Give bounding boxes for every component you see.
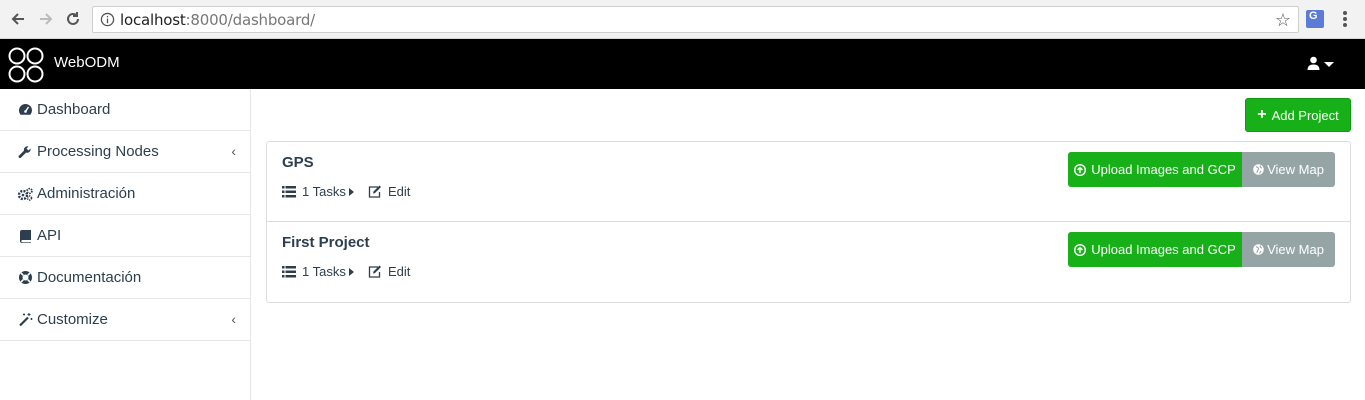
wrench-icon [17,144,33,160]
sidebar-item-customize[interactable]: Customize ‹ [0,299,250,341]
browser-toolbar: localhost:8000/dashboard/ ☆ G [0,0,1365,39]
caret-right-icon [348,267,354,276]
address-bar[interactable]: localhost:8000/dashboard/ ☆ [92,6,1299,33]
sidebar-item-label: Processing Nodes [37,143,159,160]
caret-right-icon [348,187,354,196]
project-name[interactable]: GPS [282,154,314,171]
bookmark-star-icon[interactable]: ☆ [1275,10,1291,30]
upload-circle-icon [1074,163,1087,176]
book-icon [17,228,33,244]
tasks-toggle[interactable]: 1 Tasks [282,264,354,279]
sidebar-item-label: Dashboard [37,101,111,118]
arrow-left-icon [11,13,24,25]
dashboard-icon [17,102,33,118]
arrow-right-icon [40,13,53,25]
sidebar-item-label: Customize [37,311,108,328]
brand-name[interactable]: WebODM [54,54,120,71]
sidebar-item-administracion[interactable]: Administración [0,173,250,215]
tasks-toggle[interactable]: 1 Tasks [282,184,354,199]
edit-label: Edit [388,184,411,199]
caret-down-icon [1324,62,1334,67]
view-map-button[interactable]: View Map [1242,232,1335,267]
back-button[interactable] [8,9,28,29]
project-item: GPS 1 Tasks Edit Upload Images and GCP V… [267,142,1350,222]
sidebar-item-label: Documentación [37,269,142,286]
browser-menu-icon[interactable] [1337,10,1353,28]
project-name[interactable]: First Project [282,234,370,251]
sidebar-item-label: Administración [37,185,136,202]
edit-project-button[interactable]: Edit [368,184,410,199]
url-text: localhost:8000/dashboard/ [120,11,315,29]
upload-images-button[interactable]: Upload Images and GCP [1068,152,1242,187]
plus-icon: + [1257,106,1267,123]
add-project-label: Add Project [1271,107,1339,123]
sidebar-item-documentacion[interactable]: Documentación [0,257,250,299]
upload-label: Upload Images and GCP [1091,162,1236,177]
sidebar-item-label: API [37,227,62,244]
add-project-button[interactable]: + Add Project [1245,98,1351,132]
sidebar-item-api[interactable]: API [0,215,250,257]
tasks-count: 1 Tasks [302,264,346,279]
edit-project-button[interactable]: Edit [368,264,410,279]
edit-label: Edit [388,264,411,279]
edit-icon [368,265,381,278]
forward-button[interactable] [36,9,56,29]
view-map-button[interactable]: View Map [1242,152,1335,187]
task-list-icon [282,265,296,278]
url-path: :8000/dashboard/ [185,11,316,29]
sidebar-item-dashboard[interactable]: Dashboard [0,89,250,131]
info-icon[interactable] [100,12,115,27]
sidebar-item-processing-nodes[interactable]: Processing Nodes ‹ [0,131,250,173]
gears-icon [17,186,33,202]
user-menu-toggle[interactable] [1307,56,1339,74]
translate-extension-icon[interactable]: G [1306,10,1324,28]
task-list-icon [282,185,296,198]
reload-button[interactable] [63,9,83,29]
upload-images-button[interactable]: Upload Images and GCP [1068,232,1242,267]
reload-icon [67,12,79,25]
webodm-logo-icon[interactable] [8,47,44,83]
globe-icon [1253,244,1264,255]
upload-label: Upload Images and GCP [1091,242,1236,257]
magic-wand-icon [17,312,33,328]
chevron-left-icon[interactable]: ‹ [231,143,236,159]
lifesaver-icon [17,270,33,286]
url-host: localhost [120,11,186,29]
user-icon [1307,56,1320,70]
project-item: First Project 1 Tasks Edit Upload Images… [267,222,1350,302]
tasks-count: 1 Tasks [302,184,346,199]
chevron-left-icon[interactable]: ‹ [231,311,236,327]
edit-icon [368,185,381,198]
globe-icon [1253,164,1264,175]
view-map-label: View Map [1267,162,1324,177]
upload-circle-icon [1074,243,1087,256]
view-map-label: View Map [1267,242,1324,257]
project-list: GPS 1 Tasks Edit Upload Images and GCP V… [266,141,1351,303]
top-navbar: WebODM [0,39,1365,89]
sidebar: Dashboard Processing Nodes ‹ Administrac… [0,89,251,400]
